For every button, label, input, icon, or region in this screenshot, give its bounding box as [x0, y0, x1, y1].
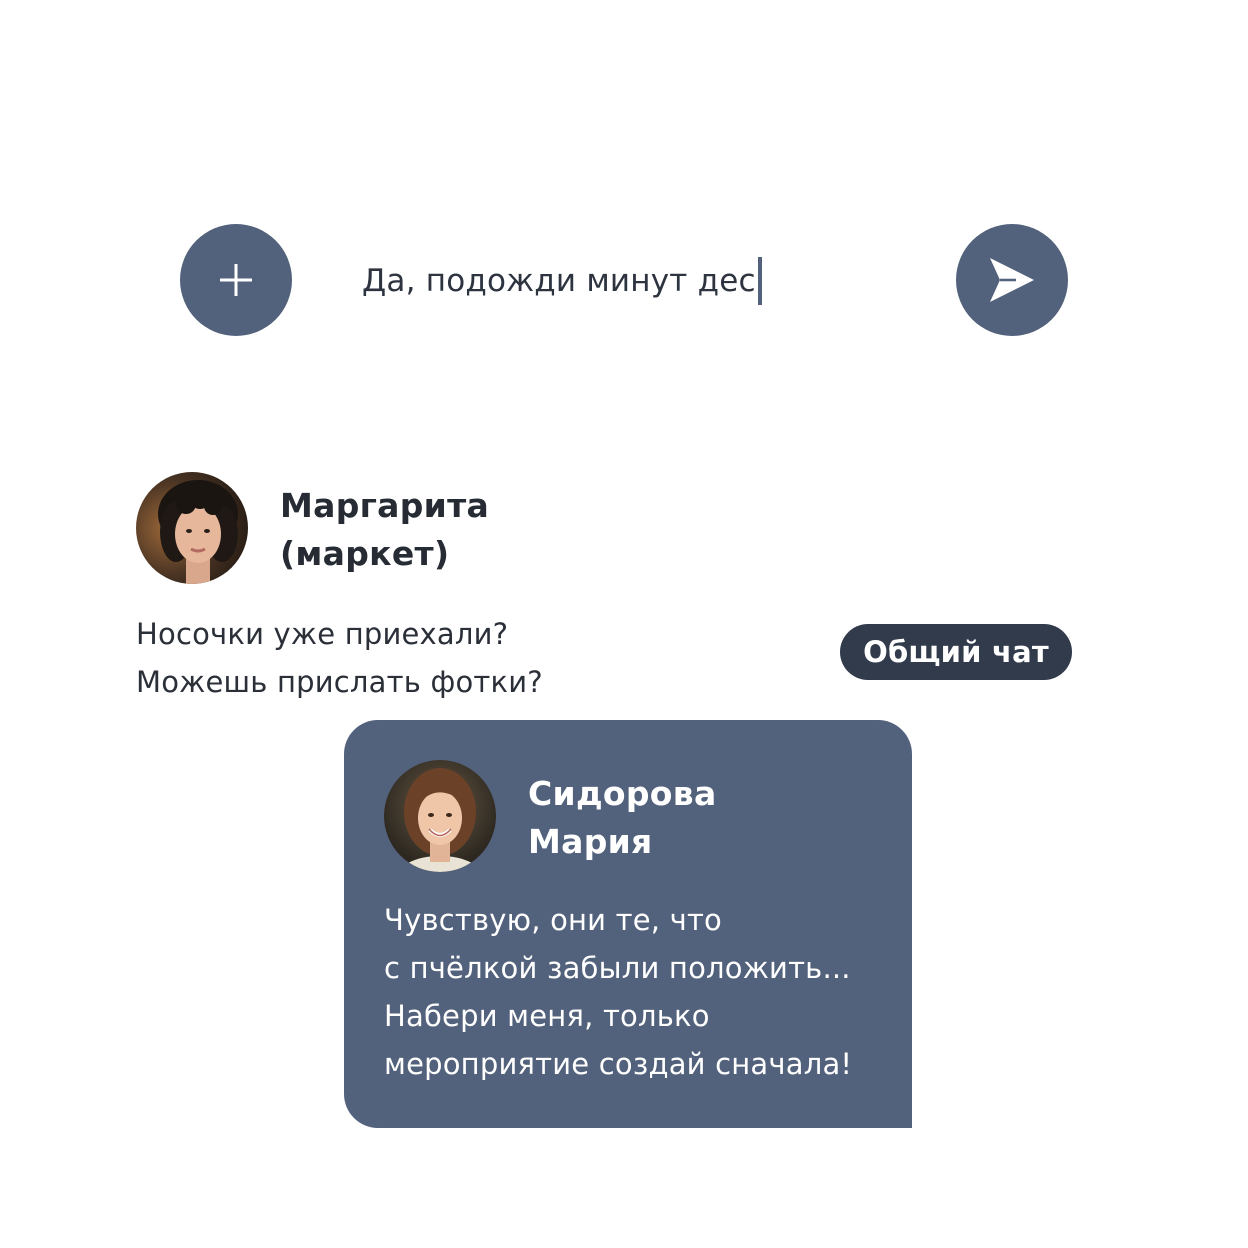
message-text-line: Можешь прислать фотки? — [136, 665, 543, 699]
message-text-line: с пчёлкой забыли положить... — [384, 951, 851, 985]
avatar-photo-maria — [384, 760, 496, 872]
message-input-value: Да, подожди минут дес — [362, 263, 756, 299]
message-text-line: Носочки уже приехали? — [136, 617, 509, 651]
message-input[interactable]: Да, подожди минут дес — [362, 254, 922, 308]
sender-name-line: (маркет) — [280, 534, 450, 573]
message-text-line: Набери меня, только — [384, 999, 710, 1033]
sender-name-line: Мария — [528, 822, 653, 861]
sender-name[interactable]: Сидорова Мария — [528, 770, 717, 866]
plus-icon — [220, 264, 252, 296]
avatar[interactable] — [384, 760, 496, 872]
message-text-line: мероприятие создай сначала! — [384, 1047, 853, 1081]
sender-name-line: Сидорова — [528, 774, 717, 813]
avatar-photo-margarita — [136, 472, 248, 584]
text-caret — [757, 257, 762, 305]
attach-button[interactable] — [180, 224, 292, 336]
avatar[interactable] — [136, 472, 248, 584]
send-icon — [990, 258, 1034, 302]
send-button[interactable] — [956, 224, 1068, 336]
sender-name[interactable]: Маргарита (маркет) — [280, 482, 489, 578]
message-text-line: Чувствую, они те, что — [384, 903, 722, 937]
reply-message-card: Сидорова Мария Чувствую, они те, что с п… — [344, 720, 912, 1128]
sender-name-line: Маргарита — [280, 486, 490, 525]
message-text: Носочки уже приехали? Можешь прислать фо… — [136, 610, 543, 706]
chat-badge[interactable]: Общий чат — [840, 624, 1072, 680]
message-text: Чувствую, они те, что с пчёлкой забыли п… — [384, 896, 852, 1088]
